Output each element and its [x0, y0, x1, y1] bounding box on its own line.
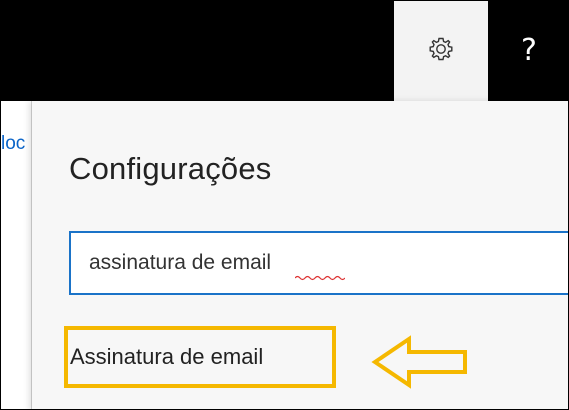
- spellcheck-underline: [295, 275, 345, 281]
- panel-title: Configurações: [69, 151, 272, 186]
- settings-search-box[interactable]: [69, 231, 568, 295]
- search-result-label: Assinatura de email: [70, 344, 264, 369]
- gear-icon: [426, 34, 456, 69]
- window-frame: ? loc Configurações Assinatura de email: [0, 0, 569, 410]
- settings-button[interactable]: [394, 1, 488, 101]
- settings-search-input[interactable]: [89, 233, 568, 293]
- partial-link[interactable]: loc: [1, 133, 31, 155]
- top-bar: ?: [1, 1, 568, 101]
- search-result-email-signature[interactable]: Assinatura de email: [64, 326, 336, 388]
- help-button[interactable]: ?: [488, 1, 568, 101]
- left-arrow-icon: [371, 335, 471, 394]
- help-label: ?: [521, 33, 537, 68]
